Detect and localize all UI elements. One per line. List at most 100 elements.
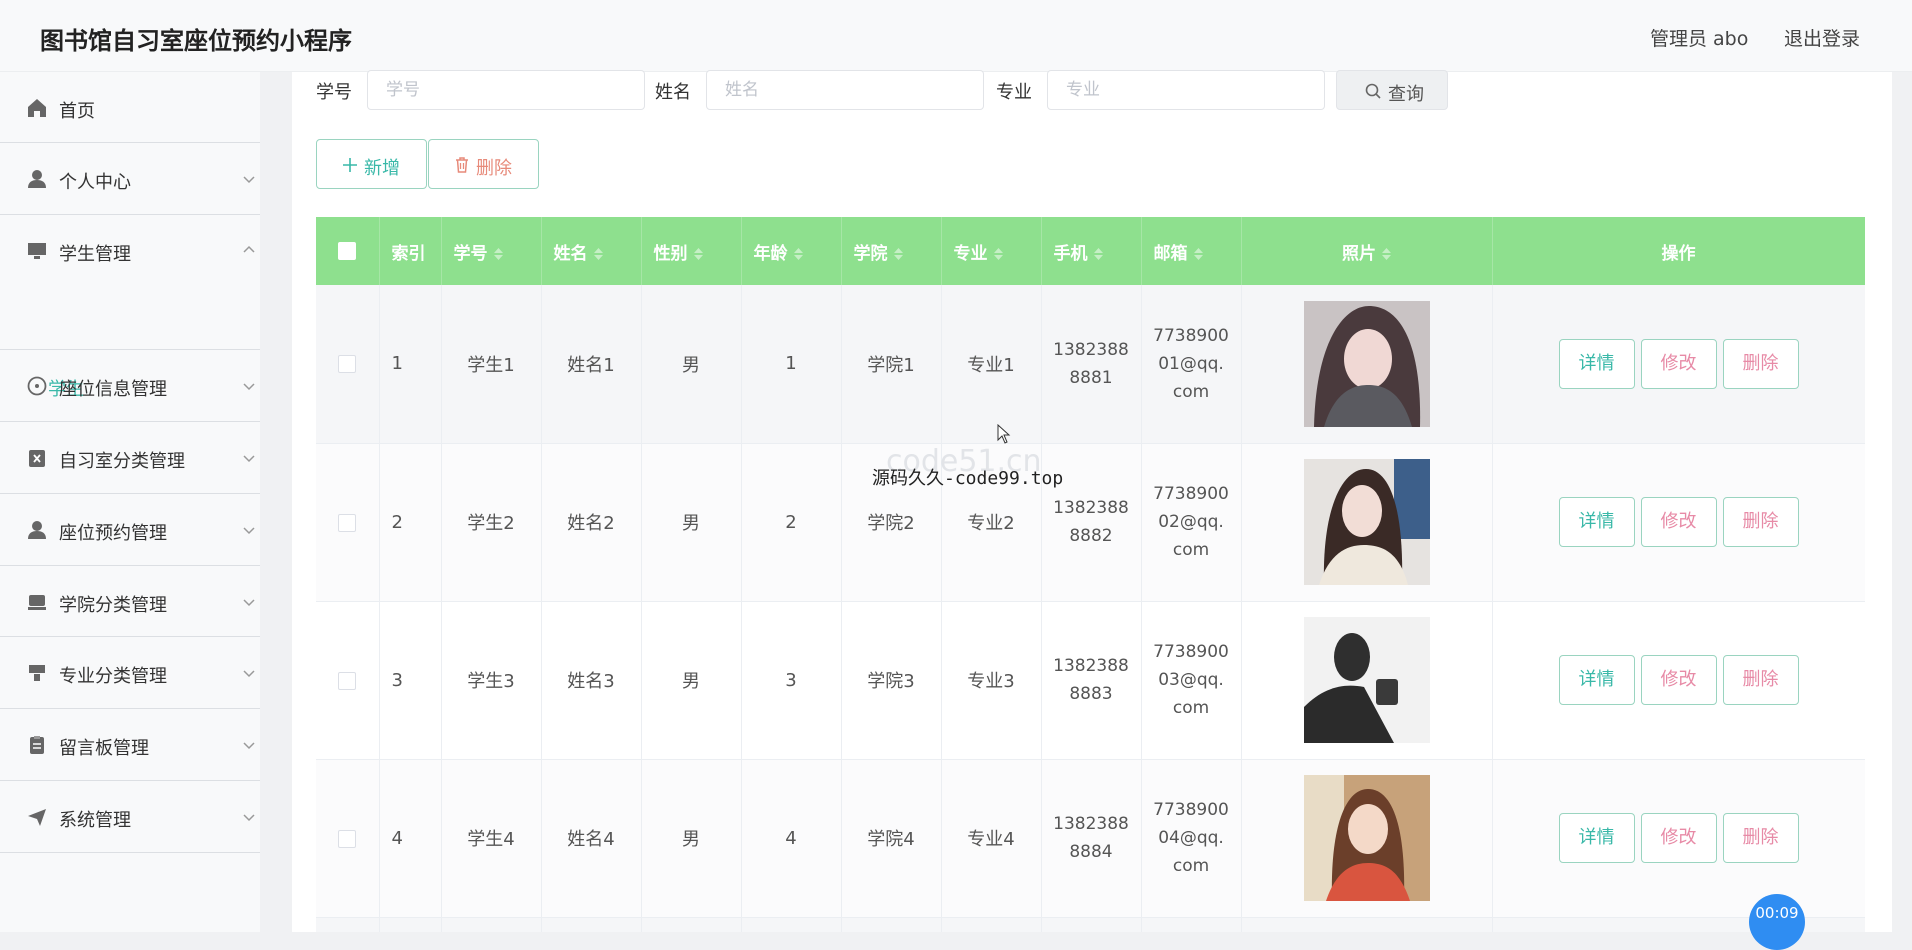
row-checkbox-cell[interactable] xyxy=(316,443,380,602)
sidebar-item-label: 座位预约管理 xyxy=(59,523,167,544)
compass-icon xyxy=(27,376,47,396)
edit-button[interactable]: 修改 xyxy=(1640,813,1717,863)
select-all-cell[interactable] xyxy=(316,217,380,285)
table-row[interactable] xyxy=(316,917,1865,932)
col-header-xingming[interactable]: 姓名 xyxy=(541,217,642,285)
col-header-shouji[interactable]: 手机 xyxy=(1041,217,1142,285)
batch-delete-button[interactable]: 删除 xyxy=(428,139,539,189)
cell-email: 7738900 03@qq. com xyxy=(1141,601,1242,760)
sidebar-item-system[interactable]: 系统管理 xyxy=(0,781,260,853)
cell-ops: 详情 修改 删除 xyxy=(1492,759,1865,918)
edit-button[interactable]: 修改 xyxy=(1640,497,1717,547)
search-icon xyxy=(1365,83,1381,99)
delete-button[interactable]: 删除 xyxy=(1722,338,1799,389)
chevron-down-icon xyxy=(243,455,255,463)
trash-icon xyxy=(456,157,468,173)
sidebar-item-seat-booking[interactable]: 座位预约管理 xyxy=(0,494,260,566)
sidebar-item-label: 专业分类管理 xyxy=(59,666,167,687)
sidebar-item-seat-info[interactable]: 座位信息管理 xyxy=(0,350,260,422)
sidebar-item-label: 留言板管理 xyxy=(59,738,149,759)
cell-index: 4 xyxy=(379,759,442,918)
row-checkbox[interactable] xyxy=(338,829,357,848)
student-photo[interactable] xyxy=(1303,459,1430,585)
row-checkbox-cell[interactable] xyxy=(316,601,380,760)
plus-icon xyxy=(343,158,357,172)
delete-button[interactable]: 删除 xyxy=(1722,655,1799,705)
delete-button[interactable]: 删除 xyxy=(1722,813,1799,863)
chevron-up-icon xyxy=(243,245,255,253)
search-input-xingming[interactable] xyxy=(706,70,984,110)
student-photo[interactable] xyxy=(1303,300,1430,427)
sort-icon[interactable] xyxy=(1193,247,1203,260)
col-header-photo[interactable]: 照片 xyxy=(1241,217,1493,285)
cell-xingming: 姓名3 xyxy=(541,601,642,760)
edit-button[interactable]: 修改 xyxy=(1640,655,1717,705)
watermark-text: 源码久久-code99.top xyxy=(872,468,1064,489)
table-header-row: 索引 学号 姓名 性别 年龄 学院 专业 手机 邮箱 照片 操作 xyxy=(316,217,1865,285)
cell-shouji: 1382388 8883 xyxy=(1041,601,1142,760)
table-row[interactable]: 4 学生4 姓名4 男 4 学院4 专业4 1382388 8884 773890… xyxy=(316,759,1865,918)
sort-icon[interactable] xyxy=(1093,247,1103,260)
delete-button[interactable]: 删除 xyxy=(1722,497,1799,547)
col-header-email[interactable]: 邮箱 xyxy=(1141,217,1242,285)
add-button[interactable]: 新增 xyxy=(316,139,427,189)
col-header-xingbie[interactable]: 性别 xyxy=(641,217,742,285)
cell-xueyuan: 学院4 xyxy=(841,759,942,918)
table-row[interactable]: 2 学生2 姓名2 男 2 学院2 专业2 1382388 8882 773890… xyxy=(316,443,1865,602)
col-header-zhuanye[interactable]: 专业 xyxy=(941,217,1042,285)
cell-shouji: 1382388 8881 xyxy=(1041,285,1142,444)
user-icon xyxy=(28,170,46,188)
col-header-nianling[interactable]: 年龄 xyxy=(741,217,842,285)
cell-nianling: 4 xyxy=(741,759,842,918)
sort-icon[interactable] xyxy=(593,247,603,260)
sidebar-item-student-mgmt[interactable]: 学生管理 学生 xyxy=(0,215,260,400)
sort-icon[interactable] xyxy=(1382,247,1391,260)
sort-icon[interactable] xyxy=(793,247,803,260)
logout-link[interactable]: 退出登录 xyxy=(1784,24,1860,51)
chevron-down-icon xyxy=(243,176,255,184)
edit-button[interactable]: 修改 xyxy=(1640,338,1717,389)
sidebar-item-college-category[interactable]: 学院分类管理 xyxy=(0,566,260,637)
sidebar-item-home[interactable]: 首页 xyxy=(0,72,260,143)
sidebar-item-major-category[interactable]: 专业分类管理 xyxy=(0,637,260,709)
cell-photo xyxy=(1241,759,1493,918)
search-input-xuehao[interactable] xyxy=(367,70,645,110)
student-table: 索引 学号 姓名 性别 年龄 学院 专业 手机 邮箱 照片 操作 1 学生1 姓… xyxy=(316,217,1865,932)
row-checkbox[interactable] xyxy=(338,355,357,374)
col-header-xuehao[interactable]: 学号 xyxy=(441,217,542,285)
table-row[interactable]: 1 学生1 姓名1 男 1 学院1 专业1 1382388 8881 773890… xyxy=(316,285,1865,444)
clipboard-icon xyxy=(30,736,44,754)
cell-index: 1 xyxy=(379,285,442,444)
detail-button[interactable]: 详情 xyxy=(1558,655,1635,705)
row-checkbox-cell[interactable] xyxy=(316,759,380,918)
sort-icon[interactable] xyxy=(993,247,1003,260)
detail-button[interactable]: 详情 xyxy=(1558,813,1635,863)
select-all-checkbox[interactable] xyxy=(338,242,357,260)
send-icon xyxy=(28,809,46,826)
sidebar-item-message-board[interactable]: 留言板管理 xyxy=(0,709,260,781)
sidebar-item-label: 系统管理 xyxy=(59,810,131,831)
recording-timer[interactable]: 00:09 xyxy=(1749,894,1805,950)
col-header-xueyuan[interactable]: 学院 xyxy=(841,217,942,285)
cell-photo xyxy=(1241,601,1493,760)
sidebar-item-label: 学生管理 xyxy=(59,244,131,265)
student-photo[interactable] xyxy=(1303,775,1430,901)
detail-button[interactable]: 详情 xyxy=(1558,497,1635,547)
sort-icon[interactable] xyxy=(893,247,903,260)
row-checkbox[interactable] xyxy=(338,513,357,532)
student-photo[interactable] xyxy=(1303,617,1430,743)
row-checkbox[interactable] xyxy=(338,671,357,690)
search-input-zhuanye[interactable] xyxy=(1047,70,1325,110)
sort-icon[interactable] xyxy=(493,247,503,260)
cell-nianling: 3 xyxy=(741,601,842,760)
sort-icon[interactable] xyxy=(693,247,703,260)
sidebar-item-room-category[interactable]: 自习室分类管理 xyxy=(0,422,260,494)
cell-photo xyxy=(1241,285,1493,444)
row-checkbox-cell[interactable] xyxy=(316,285,380,444)
cell-xingming: 姓名1 xyxy=(541,285,642,444)
table-row[interactable]: 3 学生3 姓名3 男 3 学院3 专业3 1382388 8883 773890… xyxy=(316,601,1865,760)
query-button[interactable]: 查询 xyxy=(1336,70,1448,110)
sidebar-item-profile[interactable]: 个人中心 xyxy=(0,143,260,215)
detail-button[interactable]: 详情 xyxy=(1558,338,1635,389)
cell-xuehao: 学生2 xyxy=(441,443,542,602)
